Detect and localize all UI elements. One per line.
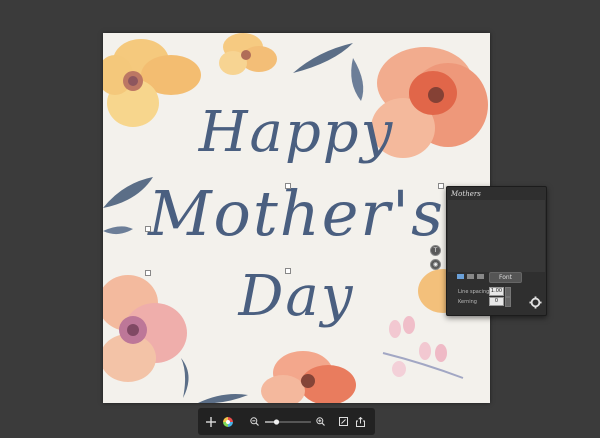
plus-icon (206, 416, 216, 427)
coral-flower-bottom (261, 351, 356, 403)
gear-icon[interactable] (529, 296, 542, 309)
zoom-in-icon (315, 417, 325, 426)
color-wheel-button[interactable] (221, 408, 235, 435)
greeting-line-happy[interactable]: Happy (103, 105, 490, 161)
color-wheel-icon (223, 416, 233, 427)
align-left-icon[interactable] (457, 274, 464, 279)
align-center-icon[interactable] (467, 274, 474, 279)
selection-handle-bl[interactable] (145, 270, 151, 276)
zoom-slider-thumb[interactable] (273, 418, 280, 425)
bottom-toolbar (198, 408, 375, 435)
add-button[interactable] (203, 408, 219, 435)
selection-handle-tm[interactable] (285, 183, 291, 189)
zoom-out-icon (249, 417, 259, 426)
text-align-group (457, 274, 484, 279)
blossom-branch (382, 316, 464, 379)
color-tool-icon[interactable]: ◉ (430, 259, 441, 270)
selection-handle-bm[interactable] (285, 268, 291, 274)
panel-title: Mothers (451, 190, 481, 198)
kerning-label: Kerning (458, 299, 477, 305)
greeting-line-day[interactable]: Day (103, 269, 490, 325)
kerning-field[interactable]: 0 (489, 297, 504, 306)
share-icon (355, 416, 365, 427)
fit-screen-icon (338, 417, 348, 426)
fit-to-screen-button[interactable] (337, 408, 349, 435)
selection-handle-tl[interactable] (145, 226, 151, 232)
line-spacing-label: Line spacing (458, 289, 490, 295)
kerning-stepper[interactable] (505, 297, 511, 307)
greeting-line-mothers[interactable]: Mother's (103, 183, 490, 245)
zoom-in-button[interactable] (314, 408, 326, 435)
line-spacing-stepper[interactable] (505, 287, 511, 297)
align-right-icon[interactable] (477, 274, 484, 279)
font-button[interactable]: Font (489, 272, 522, 283)
text-preview-area[interactable] (448, 200, 545, 272)
zoom-out-button[interactable] (248, 408, 260, 435)
leaf-top (293, 43, 353, 73)
card-canvas[interactable]: Happy Mother's Day (103, 33, 490, 403)
text-tool-icon[interactable]: T (430, 245, 441, 256)
line-spacing-field[interactable]: 1.00 (489, 287, 504, 296)
zoom-slider[interactable] (262, 408, 314, 435)
selection-handle-r[interactable] (438, 183, 444, 189)
yellow-flower-top-middle (219, 33, 277, 75)
share-button[interactable] (354, 408, 366, 435)
